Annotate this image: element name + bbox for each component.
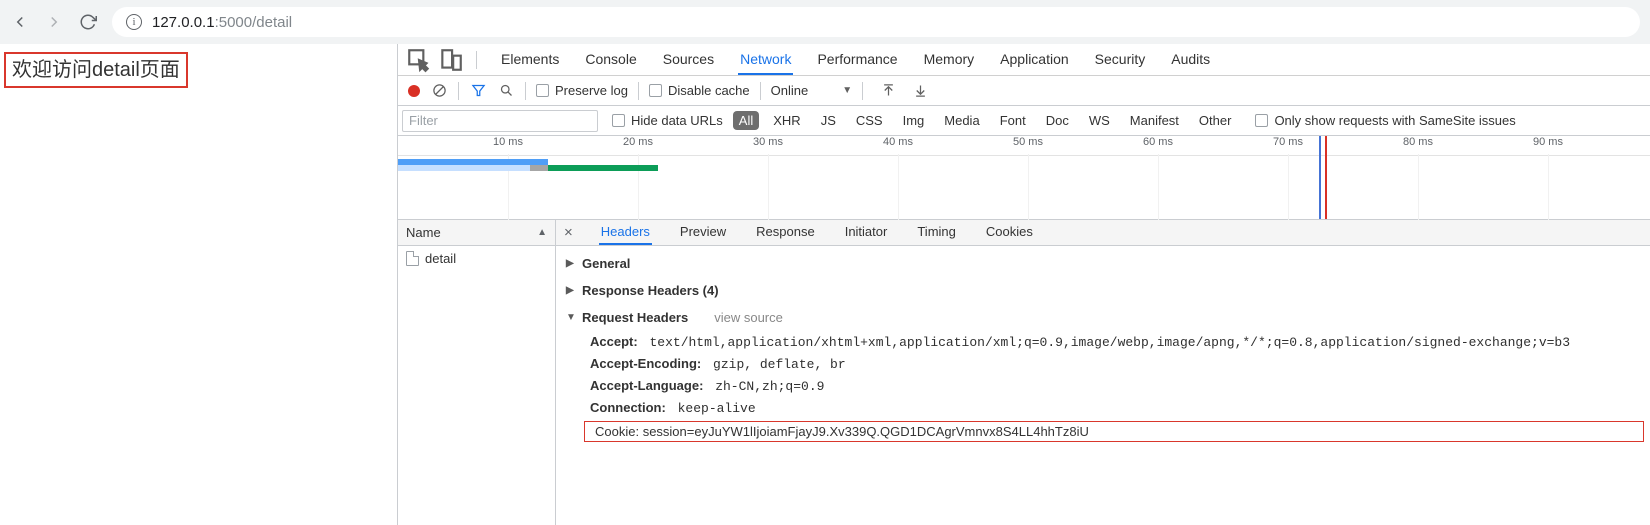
browser-toolbar: i 127.0.0.1:5000/detail <box>0 0 1650 44</box>
network-toolbar: Preserve log Disable cache Online▼ <box>398 76 1650 106</box>
section-response-headers[interactable]: ▶Response Headers (4) <box>556 277 1650 304</box>
detail-tabbar: × Headers Preview Response Initiator Timing C… <box>556 220 1650 246</box>
timeline[interactable]: 10 ms 20 ms 30 ms 40 ms 50 ms 60 ms 70 ms 80 ms… <box>398 136 1650 220</box>
hide-data-urls-checkbox[interactable]: Hide data URLs <box>612 113 723 128</box>
welcome-text: 欢迎访问detail页面 <box>4 52 188 88</box>
detail-tab-preview[interactable]: Preview <box>678 220 728 245</box>
devtools-tab-elements[interactable]: Elements <box>499 45 561 75</box>
section-general[interactable]: ▶General <box>556 250 1650 277</box>
filter-type-doc[interactable]: Doc <box>1040 111 1075 130</box>
detail-tab-initiator[interactable]: Initiator <box>843 220 890 245</box>
timeline-tick: 50 ms <box>1013 136 1043 148</box>
header-row-cookie: Cookie: session=eyJuYW1lIjoiamFjayJ9.Xv3… <box>584 421 1644 442</box>
header-row: Accept-Encoding: gzip, deflate, br <box>556 353 1650 375</box>
filter-type-manifest[interactable]: Manifest <box>1124 111 1185 130</box>
header-row: Accept: text/html,application/xhtml+xml,… <box>556 331 1650 353</box>
filter-row: Filter Hide data URLs All XHR JS CSS Img Medi… <box>398 106 1650 136</box>
request-row[interactable]: detail <box>398 246 555 270</box>
devtools-tab-console[interactable]: Console <box>583 45 638 75</box>
clear-icon[interactable] <box>430 82 448 100</box>
headers-sections[interactable]: ▶General ▶Response Headers (4) ▼Request … <box>556 246 1650 525</box>
timeline-tick: 60 ms <box>1143 136 1173 148</box>
view-source-link[interactable]: view source <box>714 310 783 325</box>
filter-type-other[interactable]: Other <box>1193 111 1238 130</box>
timeline-tick: 20 ms <box>623 136 653 148</box>
detail-tab-timing[interactable]: Timing <box>915 220 958 245</box>
devtools-tab-sources[interactable]: Sources <box>661 45 716 75</box>
detail-tab-response[interactable]: Response <box>754 220 817 245</box>
device-toggle-icon[interactable] <box>438 47 464 73</box>
url-text: 127.0.0.1:5000/detail <box>152 14 292 31</box>
address-bar[interactable]: i 127.0.0.1:5000/detail <box>112 7 1640 37</box>
filter-type-font[interactable]: Font <box>994 111 1032 130</box>
timeline-tick: 30 ms <box>753 136 783 148</box>
devtools-tabbar: Elements Console Sources Network Performance… <box>398 44 1650 76</box>
devtools-tab-memory[interactable]: Memory <box>922 45 977 75</box>
filter-type-xhr[interactable]: XHR <box>767 111 806 130</box>
devtools-panel: Elements Console Sources Network Performance… <box>398 44 1650 525</box>
filter-icon[interactable] <box>469 82 487 100</box>
filter-type-ws[interactable]: WS <box>1083 111 1116 130</box>
timeline-tick: 70 ms <box>1273 136 1303 148</box>
disable-cache-checkbox[interactable]: Disable cache <box>649 83 750 98</box>
request-name: detail <box>425 251 456 266</box>
file-icon <box>406 251 419 266</box>
devtools-tab-audits[interactable]: Audits <box>1169 45 1212 75</box>
record-icon[interactable] <box>408 85 420 97</box>
samesite-checkbox[interactable]: Only show requests with SameSite issues <box>1255 113 1515 128</box>
inspect-icon[interactable] <box>406 47 432 73</box>
page-viewport: 欢迎访问detail页面 <box>0 44 398 525</box>
request-list: Name▲ detail <box>398 220 556 525</box>
timeline-tick: 90 ms <box>1533 136 1563 148</box>
upload-har-icon[interactable] <box>879 82 897 100</box>
detail-tab-headers[interactable]: Headers <box>599 220 652 245</box>
back-icon[interactable] <box>10 12 30 32</box>
filter-type-img[interactable]: Img <box>897 111 931 130</box>
site-info-icon[interactable]: i <box>126 14 142 30</box>
detail-tab-cookies[interactable]: Cookies <box>984 220 1035 245</box>
filter-type-css[interactable]: CSS <box>850 111 889 130</box>
header-row: Connection: keep-alive <box>556 397 1650 419</box>
download-har-icon[interactable] <box>911 82 929 100</box>
close-icon[interactable]: × <box>564 224 579 241</box>
devtools-tab-network[interactable]: Network <box>738 45 793 75</box>
devtools-tab-security[interactable]: Security <box>1093 45 1148 75</box>
section-request-headers[interactable]: ▼Request Headersview source <box>556 304 1650 331</box>
reload-icon[interactable] <box>78 12 98 32</box>
timeline-tick: 10 ms <box>493 136 523 148</box>
filter-type-js[interactable]: JS <box>815 111 842 130</box>
devtools-tab-performance[interactable]: Performance <box>815 45 899 75</box>
preserve-log-checkbox[interactable]: Preserve log <box>536 83 628 98</box>
name-column-header[interactable]: Name▲ <box>398 220 555 246</box>
devtools-tab-application[interactable]: Application <box>998 45 1071 75</box>
request-detail: × Headers Preview Response Initiator Timing C… <box>556 220 1650 525</box>
timeline-tick: 40 ms <box>883 136 913 148</box>
filter-input[interactable]: Filter <box>402 110 598 132</box>
search-icon[interactable] <box>497 82 515 100</box>
filter-type-all[interactable]: All <box>733 111 759 130</box>
forward-icon[interactable] <box>44 12 64 32</box>
header-row: Accept-Language: zh-CN,zh;q=0.9 <box>556 375 1650 397</box>
filter-type-media[interactable]: Media <box>938 111 985 130</box>
timeline-tick: 80 ms <box>1403 136 1433 148</box>
throttling-select[interactable]: Online▼ <box>771 83 852 98</box>
